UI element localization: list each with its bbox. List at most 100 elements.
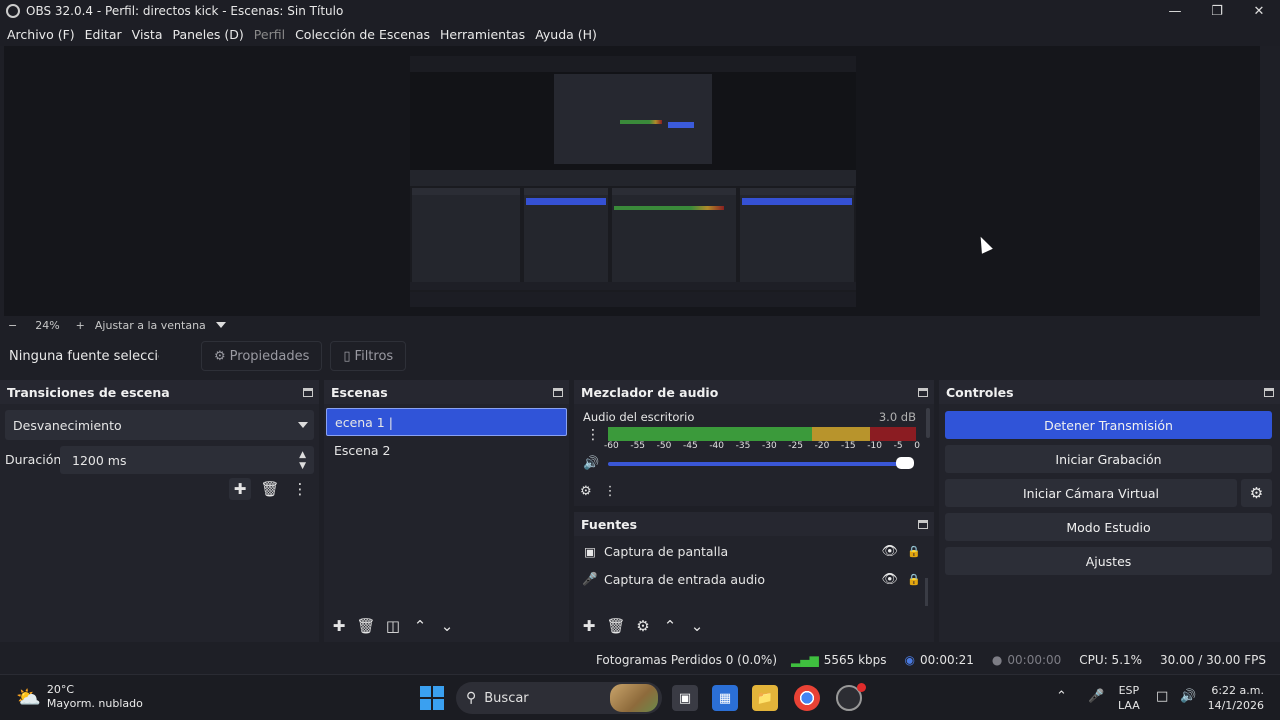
mixer-scrollbar[interactable]	[926, 408, 930, 438]
speaker-icon[interactable]: 🔊	[583, 456, 599, 471]
settings-button[interactable]: Ajustes	[945, 547, 1272, 575]
virtual-camera-settings-icon[interactable]: ⚙	[1241, 479, 1272, 507]
filters-button[interactable]: ▯ Filtros	[330, 341, 407, 371]
chevron-up-icon[interactable]: ⌃	[1056, 689, 1067, 704]
volume-slider-handle[interactable]	[896, 457, 914, 469]
search-icon: ⚲	[466, 690, 477, 706]
undock-icon[interactable]	[918, 387, 928, 397]
trash-icon[interactable]: 🗑	[355, 615, 377, 637]
meter-tick: -10	[867, 441, 882, 451]
sources-dock: Fuentes ▣ Captura de pantalla 👁 🔒 🎤 Capt…	[574, 512, 934, 642]
add-transition-button[interactable]: ✚	[229, 478, 251, 500]
volume-slider[interactable]	[608, 462, 912, 466]
chevron-up-icon[interactable]: ⌃	[659, 615, 681, 637]
more-vertical-icon[interactable]: ⋮	[289, 478, 311, 500]
meter-tick: -35	[735, 441, 751, 451]
volume-icon[interactable]: 🔊	[1180, 689, 1196, 704]
zoom-out-button[interactable]: −	[8, 319, 17, 332]
add-scene-button[interactable]: ✚	[328, 615, 350, 637]
window-title: OBS 32.0.4 - Perfil: directos kick - Esc…	[26, 4, 344, 18]
clock-date: 14/1/2026	[1207, 699, 1264, 712]
network-icon[interactable]: □	[1156, 689, 1168, 704]
chevron-down-icon[interactable]: ⌄	[686, 615, 708, 637]
file-explorer-icon[interactable]: 📁	[752, 685, 778, 711]
store-icon[interactable]: ▦	[712, 685, 738, 711]
filter-icon: ▯	[343, 348, 351, 364]
stream-time: 00:00:21	[920, 653, 974, 667]
add-source-button[interactable]: ✚	[578, 615, 600, 637]
transition-select[interactable]: Desvanecimiento	[5, 410, 314, 440]
menu-editar[interactable]: Editar	[80, 27, 127, 42]
task-view-icon[interactable]: ▣	[672, 685, 698, 711]
windows-start-icon[interactable]	[420, 686, 444, 710]
duration-spinbox[interactable]: 1200 ms ▲ ▼	[60, 446, 314, 474]
menu-archivo[interactable]: Archivo (F)	[2, 27, 80, 42]
more-vertical-icon[interactable]: ⋮	[604, 484, 617, 499]
obs-taskbar-icon[interactable]	[836, 683, 866, 711]
menu-herramientas[interactable]: Herramientas	[435, 27, 530, 42]
menu-perfil[interactable]: Perfil	[249, 27, 290, 42]
gear-icon[interactable]: ⚙	[632, 615, 654, 637]
source-item[interactable]: ▣ Captura de pantalla 👁 🔒	[582, 540, 921, 562]
clock[interactable]: 6:22 a.m. 14/1/2026	[1204, 683, 1264, 713]
fit-window-label[interactable]: Ajustar a la ventana	[95, 319, 206, 332]
start-recording-button[interactable]: Iniciar Grabación	[945, 445, 1272, 473]
microphone-icon[interactable]: 🎤	[1088, 689, 1104, 704]
source-item[interactable]: 🎤 Captura de entrada audio 👁 🔒	[582, 568, 921, 590]
zoom-level: 24%	[35, 318, 60, 332]
transition-selected: Desvanecimiento	[13, 417, 122, 433]
zoom-in-button[interactable]: +	[76, 319, 85, 332]
chevron-down-icon[interactable]: ▼	[299, 461, 306, 471]
trash-icon[interactable]: 🗑	[259, 478, 281, 500]
chrome-icon[interactable]	[794, 685, 820, 711]
meter-tick: -15	[840, 441, 856, 451]
properties-button[interactable]: ⚙ Propiedades	[201, 341, 323, 371]
undock-icon[interactable]	[553, 387, 563, 397]
menu-coleccion-escenas[interactable]: Colección de Escenas	[290, 27, 435, 42]
scene-item[interactable]: ecena 1 |	[326, 408, 567, 436]
studio-mode-button[interactable]: Modo Estudio	[945, 513, 1272, 541]
chevron-up-icon[interactable]: ▲	[299, 450, 306, 460]
eye-icon[interactable]: 👁	[881, 544, 898, 559]
scene-filters-icon[interactable]: ◫	[382, 615, 404, 637]
stop-stream-button[interactable]: Detener Transmisión	[945, 411, 1272, 439]
meter-tick: 0	[914, 441, 920, 451]
preview-canvas[interactable]	[4, 46, 1260, 316]
selected-source-label: Ninguna fuente seleccionada	[9, 348, 159, 364]
undock-icon[interactable]	[1264, 387, 1274, 397]
menu-ayuda[interactable]: Ayuda (H)	[530, 27, 602, 42]
maximize-button[interactable]: ❐	[1196, 0, 1238, 22]
eye-icon[interactable]: 👁	[881, 572, 898, 587]
status-bar: Fotogramas Perdidos 0 (0.0%) ▂▄▆ 5565 kb…	[0, 646, 1280, 674]
duration-label: Duración	[5, 452, 62, 467]
taskbar-search[interactable]: ⚲ Buscar	[456, 682, 662, 714]
cloud-sun-icon: ⛅	[16, 685, 41, 709]
title-bar: OBS 32.0.4 - Perfil: directos kick - Esc…	[0, 0, 1280, 22]
trash-icon[interactable]: 🗑	[605, 615, 627, 637]
dropped-frames: Fotogramas Perdidos 0 (0.0%)	[595, 653, 778, 667]
chevron-down-icon	[298, 422, 308, 428]
undock-icon[interactable]	[918, 519, 928, 529]
chevron-up-icon[interactable]: ⌃	[409, 615, 431, 637]
more-vertical-icon[interactable]: ⋮	[586, 428, 600, 442]
close-button[interactable]: ✕	[1238, 0, 1280, 22]
menu-vista[interactable]: Vista	[127, 27, 168, 42]
sources-scrollbar[interactable]	[925, 578, 928, 606]
menu-paneles[interactable]: Paneles (D)	[168, 27, 249, 42]
controls-dock: Controles Detener Transmisión Iniciar Gr…	[939, 380, 1280, 642]
bitrate-status: ▂▄▆ 5565 kbps	[791, 653, 886, 667]
preview-scrollbar[interactable]	[1262, 46, 1280, 316]
scene-item[interactable]: Escena 2	[326, 436, 567, 464]
chevron-down-icon[interactable]	[215, 322, 226, 328]
undock-icon[interactable]	[303, 387, 313, 397]
language-indicator[interactable]: ESP LAA	[1118, 683, 1140, 713]
start-virtual-camera-button[interactable]: Iniciar Cámara Virtual	[945, 479, 1237, 507]
chevron-down-icon[interactable]: ⌄	[436, 615, 458, 637]
mouse-cursor-icon	[975, 234, 993, 254]
minimize-button[interactable]: —	[1154, 0, 1196, 22]
weather-widget[interactable]: ⛅ 20°C Mayorm. nublado	[16, 683, 143, 711]
dock-title: Fuentes	[581, 516, 638, 532]
advanced-audio-icon[interactable]: ⚙	[580, 484, 592, 499]
lock-icon[interactable]: 🔒	[907, 573, 921, 586]
lock-icon[interactable]: 🔒	[907, 545, 921, 558]
